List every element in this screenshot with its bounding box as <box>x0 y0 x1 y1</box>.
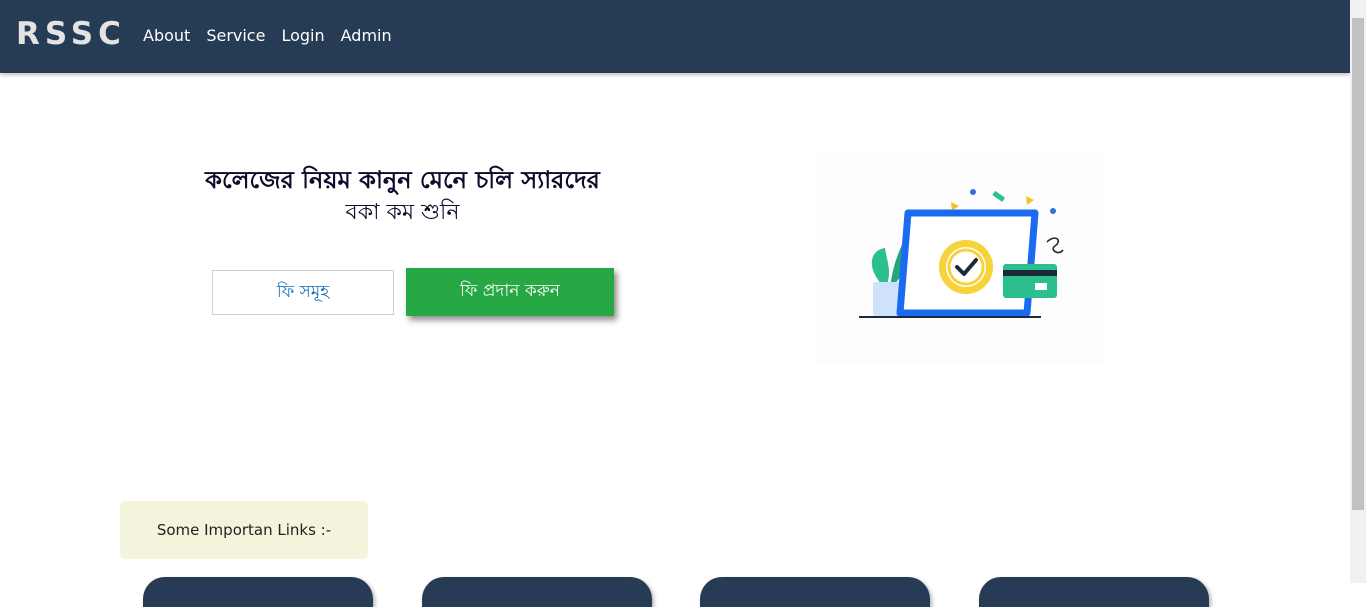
credit-card-icon <box>1003 264 1057 298</box>
nav-links: About Service Login Admin <box>143 25 392 47</box>
link-card-1[interactable] <box>143 577 373 607</box>
badge-inner-icon <box>946 247 986 287</box>
nav-link-admin[interactable]: Admin <box>341 25 392 47</box>
hero-title: কলেজের নিয়ম কানুন মেনে চলি স্যারদের <box>205 165 600 194</box>
link-card-3[interactable] <box>700 577 930 607</box>
confetti-triangle-icon <box>1026 196 1034 205</box>
confetti-dot-icon <box>1050 208 1056 214</box>
important-links-label: Some Importan Links :- <box>120 501 368 559</box>
brand-logo[interactable]: RSSC <box>16 14 126 54</box>
scrollbar-thumb[interactable] <box>1352 18 1364 510</box>
vertical-scrollbar[interactable] <box>1350 0 1366 583</box>
swirl-icon <box>1046 237 1064 254</box>
laptop-payment-illustration <box>815 150 1105 365</box>
link-card-2[interactable] <box>422 577 652 607</box>
fees-button[interactable]: ফি সমূহ <box>212 270 394 315</box>
pay-fees-button[interactable]: ফি প্রদান করুন <box>406 268 614 316</box>
confetti-dot-icon <box>970 189 976 195</box>
nav-link-about[interactable]: About <box>143 25 190 47</box>
nav-link-service[interactable]: Service <box>206 25 265 47</box>
hero-text: কলেজের নিয়ম কানুন মেনে চলি স্যারদের বকা… <box>150 163 655 229</box>
navbar: RSSC About Service Login Admin <box>0 0 1350 73</box>
hero-subtitle: বকা কম শুনি <box>345 200 460 225</box>
card-stripe-icon <box>1003 270 1057 276</box>
card-chip-icon <box>1035 283 1047 290</box>
link-card-4[interactable] <box>979 577 1209 607</box>
confetti-strip-icon <box>992 190 1006 202</box>
nav-link-login[interactable]: Login <box>281 25 324 47</box>
